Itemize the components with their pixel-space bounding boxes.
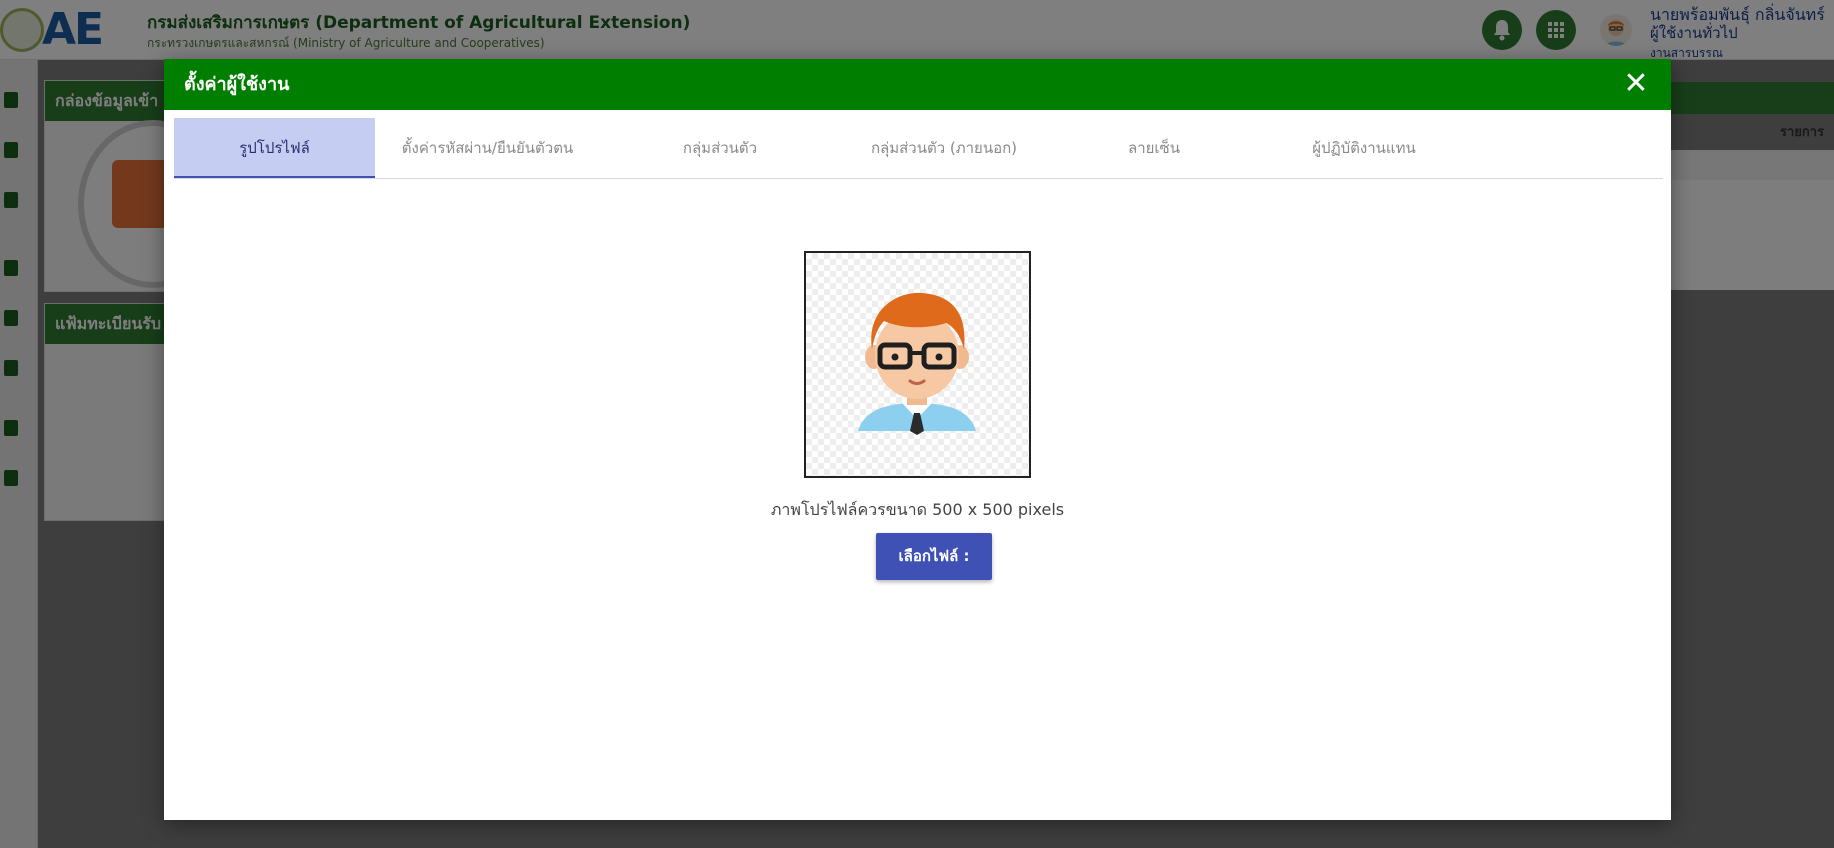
tab-password-verification[interactable]: ตั้งค่ารหัสผ่าน/ยืนยันตัวตน xyxy=(375,118,600,178)
photo-size-hint: ภาพโปรไฟล์ควรขนาด 500 x 500 pixels xyxy=(770,500,1065,519)
modal-title: ตั้งค่าผู้ใช้งาน xyxy=(184,74,290,95)
tab-private-group[interactable]: กลุ่มส่วนตัว xyxy=(650,118,790,178)
tab-private-group-external[interactable]: กลุ่มส่วนตัว (ภายนอก) xyxy=(834,118,1054,178)
user-settings-modal: ตั้งค่าผู้ใช้งาน ✕ รูปโปรไฟล์ ตั้งค่ารหั… xyxy=(164,59,1671,820)
close-icon[interactable]: ✕ xyxy=(1619,67,1653,101)
avatar-placeholder-icon xyxy=(858,292,976,435)
tab-signature[interactable]: ลายเซ็น xyxy=(1099,118,1209,178)
choose-file-button[interactable]: เลือกไฟล์ : xyxy=(876,533,992,580)
modal-header: ตั้งค่าผู้ใช้งาน ✕ xyxy=(164,59,1671,110)
settings-tabs: รูปโปรไฟล์ ตั้งค่ารหัสผ่าน/ยืนยันตัวตน ก… xyxy=(174,118,1663,179)
tab-delegate[interactable]: ผู้ปฏิบัติงานแทน xyxy=(1274,118,1454,178)
profile-photo-preview xyxy=(804,251,1031,478)
tab-profile-picture[interactable]: รูปโปรไฟล์ xyxy=(174,118,375,178)
